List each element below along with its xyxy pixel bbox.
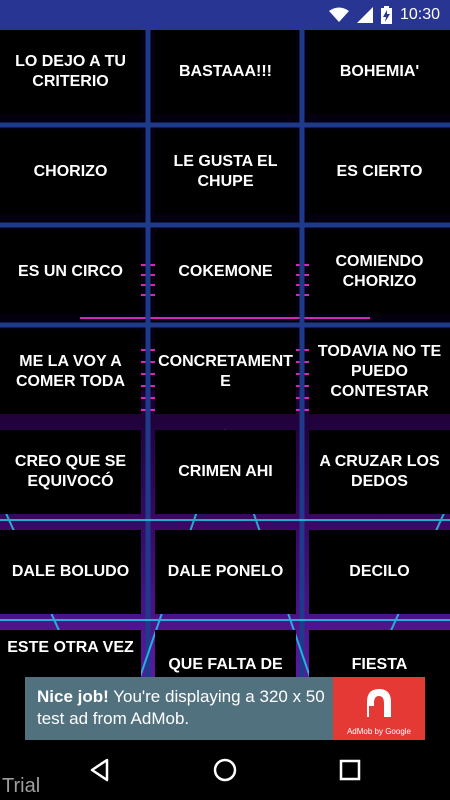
status-icons: 10:30 [328, 0, 440, 30]
trial-watermark: Trial [2, 775, 41, 797]
sound-button[interactable]: FIESTA [309, 630, 450, 677]
sound-button[interactable]: CREO QUE SE EQUIVOCÓ [0, 430, 141, 514]
sound-button[interactable]: LO DEJO A TU CRITERIO [0, 30, 141, 114]
sound-button[interactable]: ES UN CIRCO [0, 230, 141, 314]
wifi-icon [328, 7, 349, 22]
sound-button[interactable]: CHORIZO [0, 130, 141, 214]
signal-icon [356, 7, 373, 23]
sound-button[interactable]: DECILO [309, 530, 450, 614]
ad-banner[interactable]: Nice job! You're displaying a 320 x 50 t… [25, 677, 425, 740]
sound-button[interactable]: ES CIERTO [309, 130, 450, 214]
sound-button[interactable]: COMIENDO CHORIZO [309, 230, 450, 314]
navigation-bar: Trial [0, 740, 450, 800]
status-time: 10:30 [399, 6, 440, 23]
ad-headline: Nice job! [37, 687, 109, 706]
admob-logo[interactable]: AdMob by Google [333, 677, 425, 740]
sound-button[interactable]: TODAVIA NO TE PUEDO CONTESTAR [309, 330, 450, 414]
sound-button[interactable]: ME LA VOY A COMER TODA [0, 330, 141, 414]
sound-button-grid: LO DEJO A TU CRITERIO BASTAAA!!! BOHEMIA… [0, 30, 450, 677]
sound-button[interactable]: ESTE OTRA VEZ [0, 630, 141, 677]
sound-button[interactable]: CRIMEN AHI [155, 430, 296, 514]
sound-button[interactable]: LE GUSTA EL CHUPE [155, 130, 296, 214]
sound-button[interactable]: QUE FALTA DE [155, 630, 296, 677]
recents-icon[interactable] [335, 755, 365, 785]
ad-text: Nice job! You're displaying a 320 x 50 t… [37, 686, 347, 730]
ad-logo-caption: AdMob by Google [346, 727, 412, 736]
sound-button[interactable]: BASTAAA!!! [155, 30, 296, 114]
sound-button[interactable]: DALE PONELO [155, 530, 296, 614]
sound-button[interactable]: COKEMONE [155, 230, 296, 314]
home-icon[interactable] [210, 755, 240, 785]
back-icon[interactable] [85, 755, 115, 785]
status-bar: 10:30 [0, 0, 450, 30]
sound-button[interactable]: CONCRETAMENT E [155, 330, 296, 414]
battery-charging-icon [380, 6, 392, 24]
sound-button[interactable]: BOHEMIA' [309, 30, 450, 114]
sound-button[interactable]: A CRUZAR LOS DEDOS [309, 430, 450, 514]
sound-button[interactable]: DALE BOLUDO [0, 530, 141, 614]
